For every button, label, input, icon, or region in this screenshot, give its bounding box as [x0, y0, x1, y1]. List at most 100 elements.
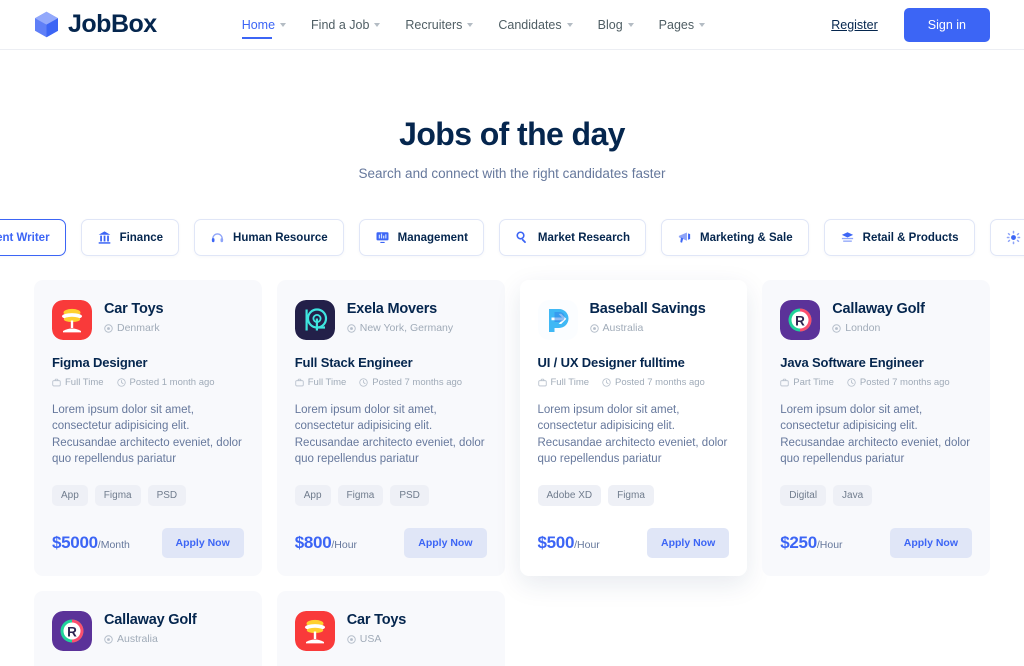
apply-now-button[interactable]: Apply Now	[161, 528, 244, 559]
chevron-down-icon	[627, 22, 634, 27]
job-tag[interactable]: App	[52, 485, 88, 507]
job-tag[interactable]: Adobe XD	[537, 485, 602, 507]
job-tag[interactable]: PSD	[390, 485, 429, 507]
employment-type: Part Time	[780, 377, 834, 388]
job-title[interactable]: Full Stack Engineer	[295, 355, 487, 370]
job-tag[interactable]: Digital	[780, 485, 827, 507]
chevron-down-icon	[467, 22, 474, 27]
job-card-grid: Car Toys Denmark Figma Designer Full Time Po…	[0, 256, 1024, 666]
chevron-down-icon	[374, 22, 381, 27]
job-tags: App Figma PSD	[52, 485, 244, 507]
nav-item-label: Candidates	[498, 17, 562, 32]
salary-amount: $5000	[52, 533, 98, 553]
apply-now-button[interactable]: Apply Now	[647, 528, 730, 559]
location-pin-icon	[347, 635, 356, 644]
company-location-label: Australia	[602, 322, 644, 335]
site-header: JobBox Home Find a Job Recruiters Candid…	[0, 0, 1024, 50]
nav-item-label: Home	[241, 17, 276, 32]
gear-icon	[1006, 230, 1021, 245]
nav-item-pages[interactable]: Pages	[659, 14, 706, 36]
nav-item-blog[interactable]: Blog	[598, 14, 634, 36]
job-title[interactable]: Java Software Engineer	[780, 355, 972, 370]
job-card-header: Baseball Savings Australia	[537, 300, 730, 340]
job-card[interactable]: Car ToysUSAJava Software EngineerFull Ti…	[276, 591, 505, 666]
magnifier-icon	[515, 230, 530, 245]
company-info: Baseball Savings Australia	[590, 300, 706, 334]
job-meta: Full Time Posted 7 months ago	[295, 377, 487, 388]
nav-item-candidates[interactable]: Candidates	[498, 14, 573, 36]
clock-icon	[359, 378, 368, 387]
category-tab-marketing-sale[interactable]: Marketing & Sale	[660, 219, 809, 256]
job-card[interactable]: RCallaway GolfAustraliaFull Stack Engine…	[34, 591, 262, 666]
brand-logo[interactable]: JobBox	[34, 10, 157, 39]
job-card-footer: $500/Hour Apply Now	[538, 528, 730, 559]
posted-date-label: Posted 7 months ago	[372, 377, 463, 388]
company-info: Callaway Golf London	[832, 300, 925, 334]
category-tab-software[interactable]: Software	[989, 219, 1024, 256]
job-tags: App Figma PSD	[294, 485, 487, 507]
callaway-golf-logo: R	[52, 611, 92, 652]
bank-icon	[97, 230, 112, 245]
category-tab-retail-products[interactable]: Retail & Products	[823, 219, 975, 256]
company-location: Denmark	[104, 322, 163, 334]
nav-item-label: Recruiters	[405, 17, 463, 32]
posted-date: Posted 1 month ago	[116, 377, 215, 388]
category-tab-management[interactable]: Management	[358, 219, 484, 256]
job-card[interactable]: Baseball Savings Australia UI / UX Designe…	[519, 280, 748, 577]
nav-item-recruiters[interactable]: Recruiters	[405, 14, 474, 36]
category-tab-label: Retail & Products	[862, 231, 959, 244]
job-tag[interactable]: App	[294, 485, 331, 507]
nav-item-label: Blog	[597, 17, 623, 32]
category-tab-content-writer[interactable]: Content Writer	[0, 219, 66, 256]
job-card[interactable]: Exela Movers New York, Germany Full Stack …	[276, 280, 505, 577]
posted-date: Posted 7 months ago	[602, 377, 705, 388]
baseball-savings-logo	[537, 300, 578, 340]
job-tag[interactable]: Figma	[608, 485, 654, 507]
company-location-label: London	[845, 322, 881, 335]
job-card-footer: $5000/Month Apply Now	[52, 528, 244, 559]
company-info: Exela Movers New York, Germany	[347, 300, 453, 334]
page-body: Jobs of the day Search and connect with …	[0, 50, 1024, 666]
headset-icon	[210, 230, 225, 245]
job-tag[interactable]: Figma	[337, 485, 384, 507]
briefcase-icon	[52, 378, 61, 387]
category-tab-label: Management	[397, 231, 468, 244]
company-location-label: USA	[359, 633, 382, 646]
job-description: Lorem ipsum dolor sit amet, consectetur …	[294, 404, 485, 465]
nav-item-find-a-job[interactable]: Find a Job	[311, 14, 381, 36]
job-meta: Part Time Posted 7 months ago	[780, 377, 972, 388]
apply-now-button[interactable]: Apply Now	[889, 528, 972, 559]
company-info: Callaway Golf Australia	[104, 611, 197, 645]
signin-button[interactable]: Sign in	[903, 7, 990, 42]
job-card[interactable]: R Callaway Golf London Java Software Engine…	[762, 280, 990, 577]
svg-text:R: R	[67, 625, 77, 640]
nav-item-home[interactable]: Home	[241, 14, 287, 39]
hexagon-cube-logo-icon	[34, 11, 59, 38]
job-title[interactable]: Figma Designer	[52, 355, 244, 370]
job-card[interactable]: Car Toys Denmark Figma Designer Full Time Po…	[34, 280, 262, 577]
company-name: Baseball Savings	[589, 301, 706, 317]
job-salary: $500/Hour	[538, 533, 600, 553]
register-link[interactable]: Register	[831, 18, 878, 32]
company-location: Australia	[589, 322, 706, 335]
apply-now-button[interactable]: Apply Now	[404, 528, 487, 559]
category-tab-human-resource[interactable]: Human Resource	[194, 219, 344, 256]
category-tab-market-research[interactable]: Market Research	[498, 219, 646, 256]
car-toys-logo	[294, 611, 335, 652]
employment-type-label: Full Time	[65, 377, 104, 388]
job-description: Lorem ipsum dolor sit amet, consectetur …	[537, 404, 728, 465]
main-nav: Home Find a Job Recruiters Candidates Bl…	[241, 14, 706, 39]
category-tab-finance[interactable]: Finance	[80, 219, 180, 256]
job-tag[interactable]: Figma	[94, 485, 141, 507]
category-tab-label: Content Writer	[0, 231, 50, 244]
location-pin-icon	[832, 323, 841, 333]
employment-type-label: Part Time	[793, 377, 834, 388]
nav-item-label: Find a Job	[311, 17, 370, 32]
job-tag[interactable]: Java	[833, 485, 873, 507]
job-title[interactable]: UI / UX Designer fulltime	[538, 355, 730, 370]
clock-icon	[602, 378, 611, 387]
job-tag[interactable]: PSD	[147, 485, 187, 507]
hero-section: Jobs of the day Search and connect with …	[0, 50, 1024, 181]
job-card-header: R Callaway Golf London	[780, 300, 972, 340]
chevron-down-icon	[566, 22, 573, 27]
